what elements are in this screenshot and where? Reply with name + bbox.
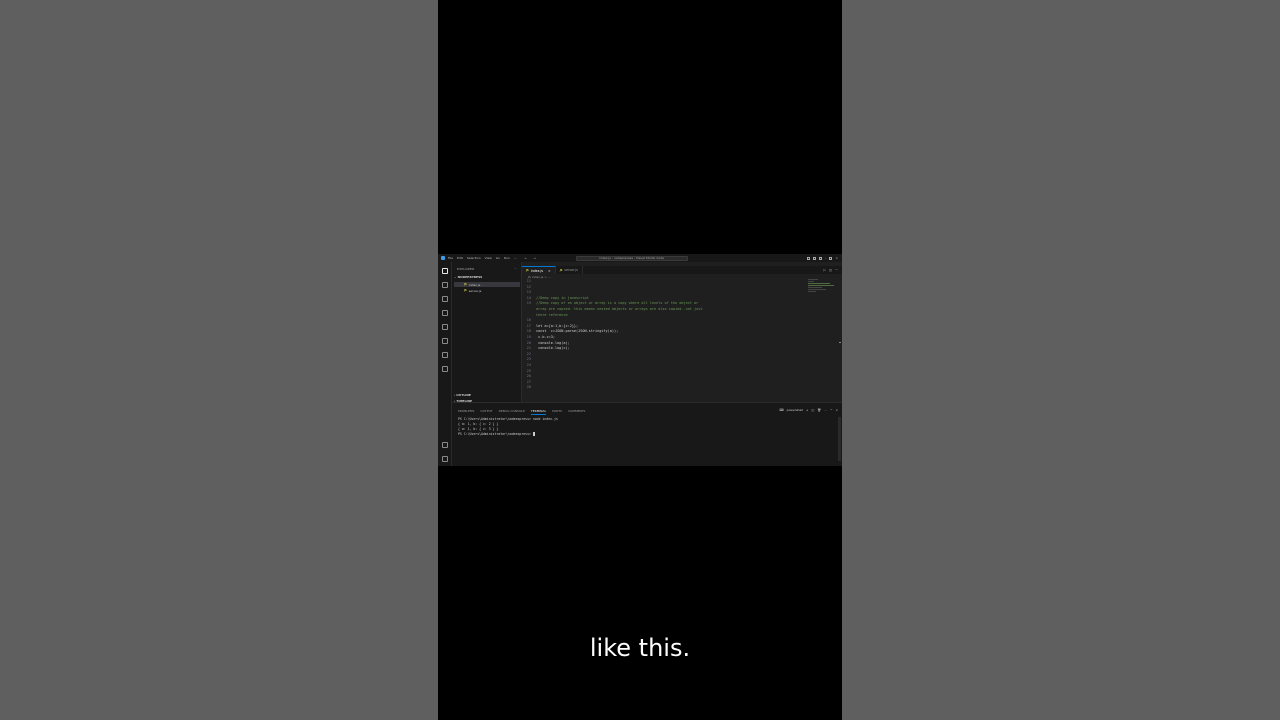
split-editor-icon[interactable]: ◫ <box>829 268 832 272</box>
tab-ports[interactable]: PORTS <box>552 409 562 415</box>
terminal-line-text: PS C:\Users\Administrator\nodeexpress> n… <box>458 417 558 421</box>
explorer-title: EXPLORER <box>457 267 475 271</box>
customize-layout-icon[interactable] <box>818 256 822 260</box>
menu-view[interactable]: View <box>485 256 492 260</box>
file-label: index.js <box>468 282 481 287</box>
tab-server-js[interactable]: JS server.js <box>556 266 583 274</box>
code-line[interactable]: 28 <box>522 385 842 391</box>
close-icon[interactable]: × <box>548 269 551 273</box>
toggle-sidebar-icon[interactable] <box>806 256 810 260</box>
editor-tabs: JS index.js × JS server.js ▷ ◫ ··· <box>522 266 842 274</box>
tab-index-js[interactable]: JS index.js × <box>522 266 556 274</box>
folder-nodeexpress[interactable]: ⌄ NODEEXPRESS <box>454 275 482 279</box>
command-center-label: index.js - nodeexpress - Visual Studio C… <box>599 256 664 260</box>
menu-more[interactable]: ... <box>514 256 517 260</box>
terminal-line-text: PS C:\Users\Administrator\nodeexpress> <box>458 432 533 436</box>
tab-problems[interactable]: PROBLEMS <box>458 409 474 415</box>
file-item-server-js[interactable]: JS server.js <box>454 288 520 293</box>
activity-bar <box>438 262 452 466</box>
new-terminal-icon[interactable]: + <box>806 408 809 412</box>
folder-label: NODEEXPRESS <box>457 275 483 279</box>
source-control-icon[interactable] <box>442 296 448 302</box>
outline-section[interactable]: › OUTLINE <box>454 393 471 397</box>
js-file-icon: JS <box>464 289 467 292</box>
terminal-scrollbar[interactable] <box>838 417 841 461</box>
more-actions-icon[interactable]: ··· <box>835 268 838 272</box>
minimize-icon[interactable]: – <box>825 256 827 260</box>
editor-area: JS index.js × JS server.js ▷ ◫ ··· JS in… <box>522 262 842 402</box>
file-label: server.js <box>468 288 482 293</box>
nav-back-icon[interactable]: ← <box>525 256 528 260</box>
explorer-icon[interactable] <box>442 268 448 274</box>
extensions-icon[interactable] <box>442 324 448 330</box>
vscode-window: File Edit Selection View Go Run ... ← → … <box>438 254 842 466</box>
trash-icon[interactable]: 🗑 <box>817 408 821 412</box>
line-number: 28 <box>526 385 531 390</box>
close-panel-icon[interactable]: × <box>835 408 838 412</box>
window-controls: – × <box>806 256 838 260</box>
tab-debug-console[interactable]: DEBUG CONSOLE <box>499 409 525 415</box>
command-center-search[interactable]: index.js - nodeexpress - Visual Studio C… <box>575 255 688 261</box>
split-terminal-icon[interactable]: ◫ <box>811 408 814 412</box>
file-item-index-js[interactable]: JS index.js <box>454 282 520 287</box>
code-view[interactable]: 11 12 13 14//Deep copy in javascript 15//Dee… <box>522 279 842 391</box>
menu-go[interactable]: Go <box>496 256 500 260</box>
nav-forward-icon[interactable]: → <box>533 256 536 260</box>
gear-icon[interactable] <box>442 456 448 462</box>
menu-run[interactable]: Run <box>504 256 510 260</box>
docker-icon[interactable] <box>442 366 448 372</box>
js-file-icon: JS <box>464 283 467 286</box>
vscode-logo-icon <box>441 256 445 260</box>
code-text: there reference <box>536 312 568 317</box>
video-caption: like this. <box>589 634 691 662</box>
tab-label: index.js <box>530 268 544 273</box>
menu-file[interactable]: File <box>448 256 453 260</box>
right-backdrop <box>842 0 1280 720</box>
minimap[interactable] <box>808 279 838 319</box>
terminal-cursor <box>532 432 535 436</box>
menu-selection[interactable]: Selection <box>467 256 481 260</box>
remote-explorer-icon[interactable] <box>442 338 448 344</box>
run-debug-icon[interactable] <box>442 310 448 316</box>
testing-icon[interactable] <box>442 352 448 358</box>
run-file-icon[interactable]: ▷ <box>823 268 825 272</box>
explorer-more-icon[interactable]: ... <box>514 266 517 270</box>
terminal-line-text: { a: 1, b: { c: 3 } } <box>458 427 499 431</box>
outline-label: OUTLINE <box>456 393 471 397</box>
left-backdrop <box>0 0 438 720</box>
video-frame: File Edit Selection View Go Run ... ← → … <box>438 0 842 720</box>
terminal-shell-label[interactable]: powershell <box>787 408 803 412</box>
maximize-icon[interactable] <box>829 256 833 260</box>
panel-tabs: PROBLEMS OUTPUT DEBUG CONSOLE TERMINAL P… <box>458 409 585 415</box>
account-icon[interactable] <box>442 442 448 448</box>
menu-edit[interactable]: Edit <box>457 256 463 260</box>
tab-label: server.js <box>564 268 578 272</box>
maximize-panel-icon[interactable]: ^ <box>830 408 833 412</box>
editor-actions: ▷ ◫ ··· <box>823 266 842 274</box>
tab-terminal[interactable]: TERMINAL <box>530 409 547 415</box>
code-text: console.log(c); <box>536 346 570 351</box>
explorer-sidebar: EXPLORER ... ⌄ NODEEXPRESS JS index.js J… <box>452 262 522 403</box>
title-bar: File Edit Selection View Go Run ... ← → … <box>438 254 842 262</box>
panel-actions: ⌨ powershell + ◫ 🗑 ··· ^ × <box>779 408 838 412</box>
js-file-icon: JS <box>526 269 529 272</box>
more-actions-icon[interactable]: ··· <box>824 408 827 412</box>
terminal-output[interactable]: PS C:\Users\Administrator\nodeexpress> n… <box>458 417 558 437</box>
terminal-shell-icon: ⌨ <box>779 408 784 412</box>
toggle-panel-icon[interactable] <box>812 256 816 260</box>
tab-output[interactable]: OUTPUT <box>480 409 492 415</box>
bottom-panel: PROBLEMS OUTPUT DEBUG CONSOLE TERMINAL P… <box>452 402 842 466</box>
tab-comments[interactable]: COMMENTS <box>568 409 586 415</box>
js-file-icon: JS <box>559 268 563 272</box>
scrollbar-marker[interactable] <box>839 342 841 343</box>
close-window-icon[interactable]: × <box>835 256 838 260</box>
terminal-line-text: { a: 1, b: { c: 2 } } <box>458 422 499 426</box>
terminal-line: PS C:\Users\Administrator\nodeexpress> <box>458 432 558 437</box>
search-icon[interactable] <box>442 282 448 288</box>
